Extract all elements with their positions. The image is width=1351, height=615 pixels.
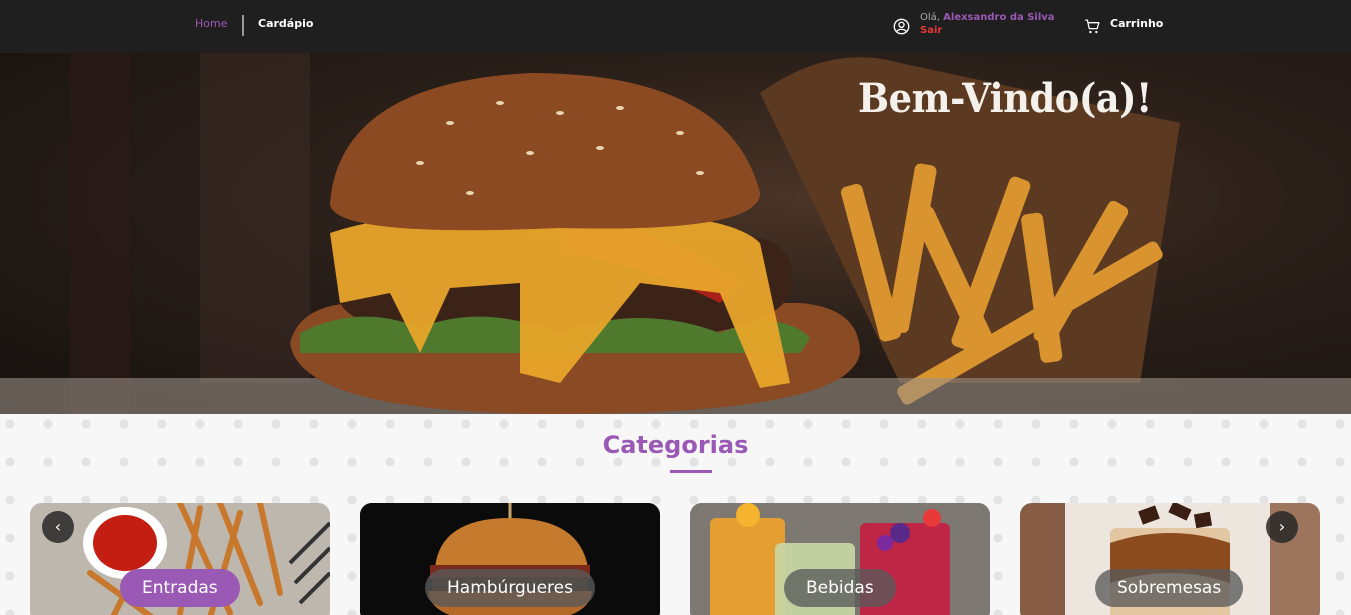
nav-divider	[242, 15, 244, 36]
hero-banner: Bem-Vindo(a)!	[0, 53, 1351, 414]
cart-link[interactable]: Carrinho	[1110, 17, 1163, 30]
top-navbar: Home Cardápio Olá, Alexsandro da Silva S…	[0, 0, 1351, 53]
logout-link[interactable]: Sair	[920, 25, 942, 36]
section-title: Categorias	[602, 431, 749, 459]
category-chip-bebidas[interactable]: Bebidas	[784, 569, 896, 607]
nav-menu-link[interactable]: Cardápio	[258, 17, 313, 30]
carousel-prev-button[interactable]: ‹	[42, 511, 74, 543]
category-card-entradas[interactable]: Entradas	[30, 503, 330, 615]
category-card-hamburgueres[interactable]: Hambúrgueres	[360, 503, 660, 615]
carousel-next-button[interactable]: ›	[1266, 511, 1298, 543]
greeting-text: Olá,	[920, 12, 940, 23]
user-circle-icon	[893, 18, 910, 35]
category-chip-entradas[interactable]: Entradas	[120, 569, 240, 607]
chevron-right-icon: ›	[1278, 517, 1286, 536]
chevron-left-icon: ‹	[54, 517, 62, 536]
nav-home-link[interactable]: Home	[195, 17, 227, 30]
shopping-cart-icon[interactable]	[1084, 18, 1101, 35]
category-chip-hamburgueres[interactable]: Hambúrgueres	[425, 569, 595, 607]
categories-section: Categorias Entradas Hambúrgueres Bebidas…	[0, 414, 1351, 615]
category-chip-sobremesas[interactable]: Sobremesas	[1095, 569, 1244, 607]
title-underline	[670, 470, 712, 473]
user-greeting: Olá, Alexsandro da Silva	[920, 12, 1055, 24]
hero-title: Bem-Vindo(a)!	[858, 75, 1152, 122]
category-card-bebidas[interactable]: Bebidas	[690, 503, 990, 615]
user-name: Alexsandro da Silva	[943, 12, 1055, 23]
